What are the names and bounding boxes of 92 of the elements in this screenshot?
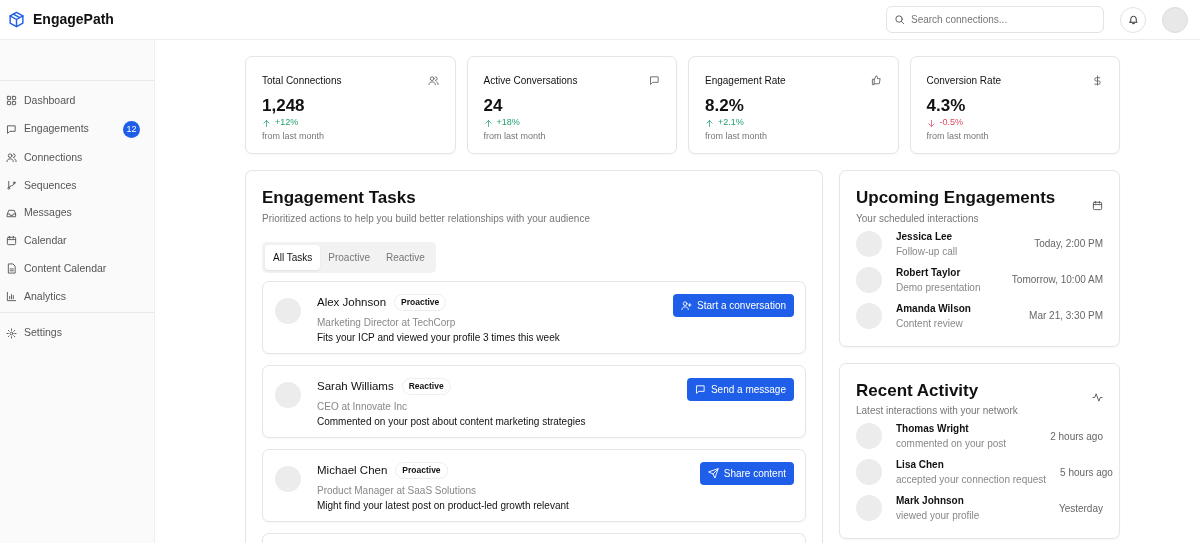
contact-name: Lisa Chen: [896, 458, 945, 472]
action-button[interactable]: Start a conversation: [673, 293, 794, 317]
engagement-detail: Follow-up call: [896, 244, 958, 259]
pulse-icon: [1092, 392, 1103, 404]
document-icon: [6, 263, 17, 275]
speech-bubble-icon: [694, 383, 706, 395]
panel-subtitle: Your scheduled interactions: [856, 211, 980, 226]
activity-detail: commented on your post: [896, 437, 1007, 451]
sidebar-item[interactable]: Settings: [0, 321, 154, 345]
engagement-time: Mar 21, 3:30 PM: [1029, 309, 1103, 323]
panel-subtitle: Latest interactions with your network: [856, 404, 1018, 418]
users-icon: [6, 152, 17, 164]
filter-tab[interactable]: Reactive: [377, 244, 433, 270]
engagement-time: Today, 2:00 PM: [1034, 237, 1103, 251]
count-badge: 12: [123, 120, 140, 138]
contact-name: Michael Chen: [317, 462, 388, 478]
activity-detail: viewed your profile: [896, 509, 980, 523]
contact-name: Alex Johnson: [317, 294, 387, 310]
arrow-down-icon: [926, 118, 936, 128]
stat-note: from last month: [705, 129, 769, 143]
contact-name: Thomas Wright: [896, 422, 970, 436]
arrow-up-icon: [705, 118, 714, 128]
contact-name: Sarah Williams: [317, 378, 394, 394]
search-icon: [894, 14, 905, 25]
panel-title: Recent Activity: [856, 379, 980, 402]
stat-note: from last month: [262, 129, 326, 143]
users-icon: [427, 75, 439, 86]
speech-bubble-icon: [649, 75, 660, 86]
panel-title: Upcoming Engagements: [856, 187, 1056, 209]
arrow-up-icon: [483, 118, 493, 128]
sidebar-item[interactable]: Engagements 12: [0, 116, 154, 142]
stat-note: from last month: [483, 129, 547, 143]
activity-detail: accepted your connection request: [896, 473, 1047, 487]
stat-change: -0.5%: [939, 116, 963, 130]
grid-icon: [6, 95, 17, 107]
sidebar-item[interactable]: Dashboard: [0, 89, 154, 113]
task-reason: Might find your latest post on product-led growth relevant: [317, 498, 570, 513]
engagement-time: Tomorrow, 10:00 AM: [1011, 273, 1103, 287]
contact-name: Mark Johnson: [896, 494, 965, 508]
dollar-icon: [1092, 75, 1103, 86]
cube-icon: [8, 11, 25, 28]
inbox-icon: [6, 207, 17, 219]
contact-name: Jessica Lee: [896, 229, 954, 244]
filter-tab[interactable]: Proactive: [320, 244, 378, 270]
notifications-button[interactable]: [1120, 6, 1146, 33]
activity-time: 2 hours ago: [1050, 429, 1103, 444]
activity-time: Yesterday: [1058, 501, 1103, 516]
calendar-icon: [6, 235, 17, 247]
sidebar-item[interactable]: Calendar: [0, 229, 154, 253]
activity-time: 5 hours ago: [1060, 465, 1113, 480]
task-reason: Commented on your post about content marketing strategies: [317, 414, 587, 429]
stat-value: 1,248: [262, 96, 306, 117]
stat-change: +2.1%: [718, 116, 744, 130]
app-name: EngagePath: [33, 10, 114, 29]
bell-icon: [1127, 14, 1139, 25]
contact-role: CEO at Innovate Inc: [317, 399, 409, 414]
sidebar-item[interactable]: Analytics: [0, 284, 154, 309]
sidebar-item[interactable]: Content Calendar: [0, 256, 154, 281]
task-reason: Fits your ICP and viewed your profile 3 times this week: [317, 330, 561, 345]
engagement-detail: Demo presentation: [896, 280, 981, 295]
contact-name: Amanda Wilson: [896, 301, 971, 316]
sidebar-item[interactable]: Connections: [0, 145, 154, 170]
panel-subtitle: Prioritized actions to help you build better relationships with your audience: [262, 211, 591, 226]
sidebar-item[interactable]: Sequences: [0, 173, 154, 198]
arrow-up-icon: [262, 118, 271, 128]
stat-value: 4.3%: [926, 96, 967, 117]
stat-change: +18%: [496, 116, 520, 130]
sidebar-item[interactable]: Messages: [0, 201, 154, 225]
bar-chart-icon: [6, 290, 17, 302]
send-icon: [707, 467, 719, 479]
calendar-icon: [1092, 199, 1103, 211]
stat-title: Active Conversations: [483, 74, 578, 88]
stat-value: 24: [483, 96, 504, 117]
contact-role: Marketing Director at TechCorp: [317, 315, 457, 330]
action-button[interactable]: Send a message: [686, 377, 794, 401]
stat-title: Engagement Rate: [705, 74, 786, 88]
stat-note: from last month: [926, 129, 990, 143]
contact-name: Robert Taylor: [896, 265, 962, 280]
panel-title: Engagement Tasks: [262, 187, 417, 209]
contact-role: Product Manager at SaaS Solutions: [317, 483, 477, 498]
speech-bubble-icon: [6, 123, 17, 135]
stat-title: Conversion Rate: [926, 74, 1001, 88]
action-button[interactable]: Share content: [699, 461, 794, 485]
stat-change: +12%: [275, 116, 299, 130]
filter-tab[interactable]: All Tasks: [265, 244, 321, 270]
add-user-icon: [681, 299, 693, 311]
stat-title: Total Connections: [262, 74, 342, 88]
branch-icon: [6, 179, 17, 191]
engagement-detail: Content review: [896, 316, 964, 331]
stat-value: 8.2%: [705, 96, 745, 117]
search-field[interactable]: Search connections...: [886, 6, 1104, 33]
thumbs-up-icon: [870, 75, 882, 86]
